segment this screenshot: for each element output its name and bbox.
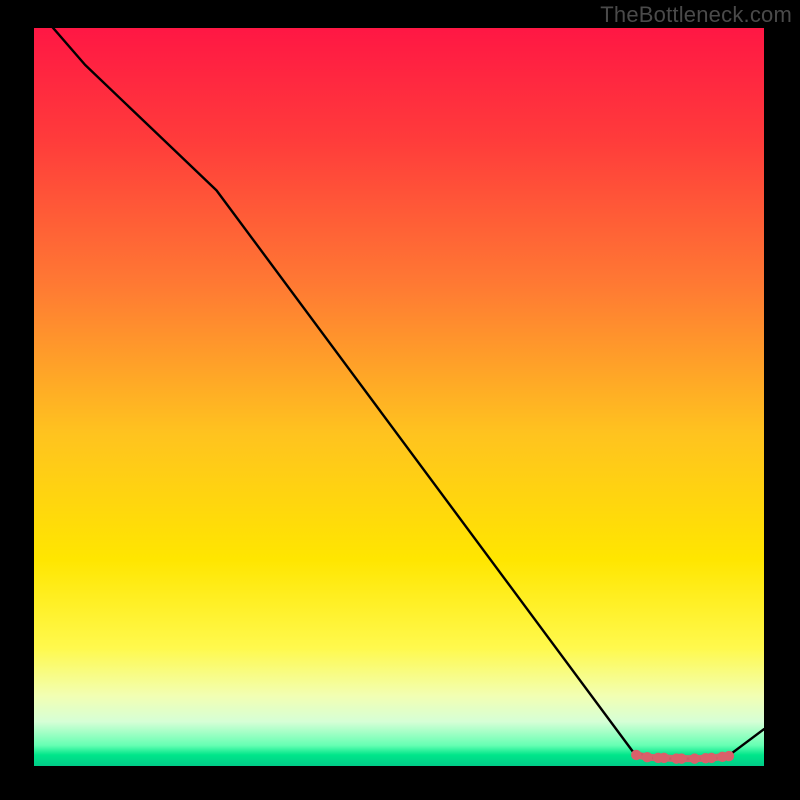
marker-dot: [689, 753, 699, 763]
marker-dot: [642, 752, 652, 762]
watermark-label: TheBottleneck.com: [600, 2, 792, 28]
marker-dot: [659, 753, 669, 763]
marker-dot: [724, 751, 734, 761]
marker-dot: [631, 750, 641, 760]
chart-svg: [34, 28, 764, 766]
marker-dot: [706, 753, 716, 763]
chart-frame: TheBottleneck.com: [0, 0, 800, 800]
marker-dot: [676, 753, 686, 763]
plot-area: [34, 28, 764, 766]
gradient-background: [34, 28, 764, 766]
